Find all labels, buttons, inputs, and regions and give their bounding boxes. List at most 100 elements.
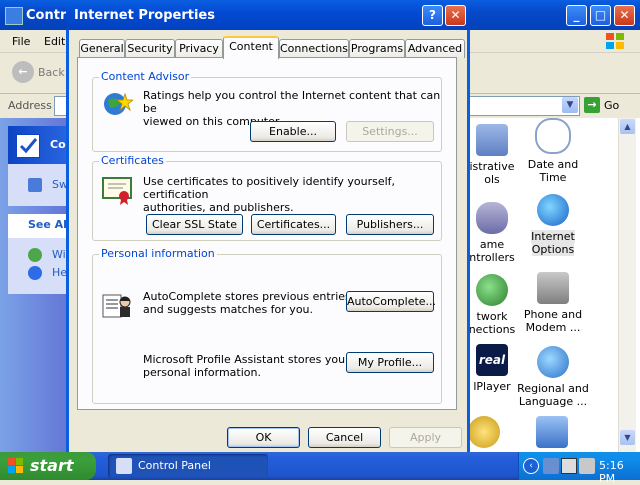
- network-connections-icon: [476, 274, 508, 306]
- scroll-down-button[interactable]: ▼: [620, 430, 635, 445]
- back-label: Back: [38, 66, 65, 79]
- see-also-link-help[interactable]: He: [52, 266, 67, 279]
- volume-tray-icon[interactable]: [579, 458, 595, 474]
- certificate-icon: [101, 174, 133, 206]
- cp-item-date-time[interactable]: Date and Time: [513, 118, 593, 184]
- game-controllers-icon: [476, 202, 508, 234]
- network-tray-icon[interactable]: [543, 458, 559, 474]
- close-icon: ✕: [619, 8, 630, 22]
- phone-modem-icon: [537, 272, 569, 304]
- maximize-button[interactable]: □: [590, 5, 611, 26]
- switch-view-icon: [28, 178, 42, 192]
- back-button[interactable]: ← Back: [10, 61, 68, 85]
- content-advisor-icon: [101, 88, 135, 120]
- personal-information-group: Personal information AutoComplete stores…: [92, 247, 442, 404]
- system-tray: ‹ 5:16 PM: [518, 452, 640, 485]
- profile-text-line1: Microsoft Profile Assistant stores your: [143, 353, 350, 366]
- cp-item-internet-options[interactable]: Internet Options: [513, 194, 593, 256]
- task-pane-title: Co: [50, 138, 66, 151]
- address-dropdown-button[interactable]: ▼: [562, 97, 578, 113]
- close-button[interactable]: ✕: [614, 5, 635, 26]
- apply-button[interactable]: Apply: [389, 427, 462, 448]
- autocomplete-icon: [101, 289, 133, 321]
- cp-item-regional-language[interactable]: Regional and Language ...: [513, 346, 593, 408]
- show-hidden-icons-button[interactable]: ‹: [523, 458, 539, 474]
- windows-flag-icon: [8, 458, 24, 474]
- cp-item-label: Options: [531, 243, 575, 256]
- dialog-close-button[interactable]: ✕: [445, 5, 466, 26]
- menu-edit[interactable]: Edit: [44, 35, 65, 48]
- tab-programs[interactable]: Programs: [349, 39, 405, 58]
- tab-advanced[interactable]: Advanced: [405, 39, 465, 58]
- scheduled-tasks-icon: [468, 416, 500, 448]
- start-button[interactable]: start: [0, 452, 96, 480]
- certificates-button[interactable]: Certificates...: [251, 214, 336, 235]
- display-tray-icon[interactable]: [561, 458, 577, 474]
- certificates-label: Certificates: [99, 154, 166, 167]
- profile-text-line2: personal information.: [143, 366, 261, 379]
- windows-logo-icon: [604, 31, 626, 51]
- control-panel-items: istrative ols Date and Time ame ntroller…: [468, 118, 640, 452]
- content-advisor-label: Content Advisor: [99, 70, 192, 83]
- taskbar-item-label: Control Panel: [138, 459, 211, 472]
- chevron-left-icon: ‹: [529, 461, 533, 471]
- help-icon: [28, 266, 42, 280]
- cp-item-label: Regional and: [517, 382, 589, 395]
- publishers-button[interactable]: Publishers...: [346, 214, 434, 235]
- help-button[interactable]: ?: [422, 5, 443, 26]
- ok-button[interactable]: OK: [227, 427, 300, 448]
- cp-item-label: Modem ...: [525, 321, 581, 334]
- dialog-body: General Security Privacy Content Connect…: [69, 30, 467, 452]
- content-advisor-group: Content Advisor Ratings help you control…: [92, 70, 442, 152]
- profile-description: Microsoft Profile Assistant stores your …: [143, 353, 350, 379]
- clock[interactable]: 5:16 PM: [599, 459, 640, 485]
- maximize-icon: □: [594, 8, 607, 22]
- autocomplete-description: AutoComplete stores previous entries and…: [143, 290, 351, 316]
- certificates-text-line1: Use certificates to positively identify …: [143, 175, 396, 201]
- settings-button[interactable]: Settings...: [346, 121, 434, 142]
- taskbar-item-control-panel[interactable]: Control Panel: [108, 454, 268, 478]
- tab-privacy[interactable]: Privacy: [175, 39, 223, 58]
- back-arrow-icon: ←: [12, 61, 34, 83]
- realplayer-icon: real: [476, 344, 508, 376]
- control-panel-taskbar-icon: [116, 458, 132, 474]
- control-panel-checklist-icon: [16, 134, 40, 158]
- minimize-icon: _: [573, 8, 580, 22]
- tab-security[interactable]: Security: [125, 39, 175, 58]
- cancel-button[interactable]: Cancel: [308, 427, 381, 448]
- task-pane: Co Sw See Al Wi He: [0, 118, 78, 452]
- control-panel-app-icon: [5, 7, 23, 25]
- tab-general[interactable]: General: [79, 39, 125, 58]
- autocomplete-button[interactable]: AutoComplete...: [346, 291, 436, 312]
- go-arrow-icon: →: [584, 97, 600, 113]
- personal-information-label: Personal information: [99, 247, 217, 260]
- cp-item-label: Phone and: [523, 308, 583, 321]
- enable-button[interactable]: Enable...: [250, 121, 336, 142]
- vertical-scrollbar[interactable]: ▲ ▼: [618, 118, 636, 452]
- menu-file[interactable]: File: [12, 35, 30, 48]
- chevron-up-icon: ▲: [624, 122, 631, 131]
- content-advisor-text-line1: Ratings help you control the Internet co…: [143, 89, 441, 115]
- autocomplete-text-line1: AutoComplete stores previous entries: [143, 290, 351, 303]
- close-icon: ✕: [450, 8, 461, 22]
- taskbar: start Control Panel ‹ 5:16 PM: [0, 452, 640, 485]
- cp-item-label: Language ...: [518, 395, 588, 408]
- tab-content[interactable]: Content: [223, 36, 279, 59]
- windows-update-icon: [28, 248, 42, 262]
- security-center-icon: [536, 416, 568, 448]
- my-profile-button[interactable]: My Profile...: [346, 352, 434, 373]
- go-label: Go: [604, 98, 620, 112]
- tab-connections[interactable]: Connections: [279, 39, 349, 58]
- admin-tools-icon: [476, 124, 508, 156]
- see-also-link-windows[interactable]: Wi: [52, 248, 66, 261]
- cp-item-phone-modem[interactable]: Phone and Modem ...: [513, 272, 593, 334]
- date-time-icon: [535, 118, 571, 154]
- clear-ssl-state-button[interactable]: Clear SSL State: [146, 214, 243, 235]
- minimize-button[interactable]: _: [566, 5, 587, 26]
- address-label: Address: [8, 99, 52, 112]
- certificates-group: Certificates Use certificates to positiv…: [92, 154, 442, 241]
- go-button[interactable]: → Go: [584, 97, 619, 113]
- certificates-text-line2: authorities, and publishers.: [143, 201, 294, 214]
- dialog-titlebar[interactable]: Internet Properties ? ✕: [66, 0, 470, 30]
- scroll-up-button[interactable]: ▲: [620, 119, 635, 134]
